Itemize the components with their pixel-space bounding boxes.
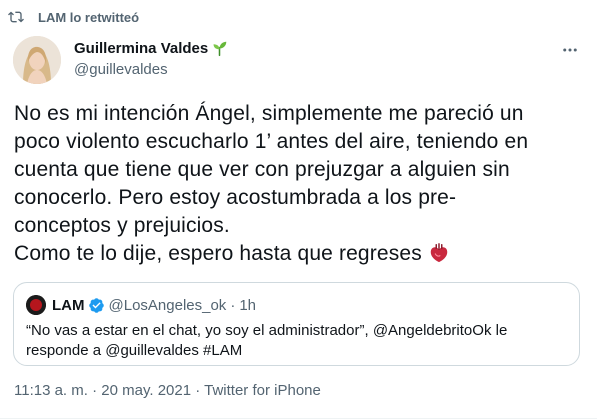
quoted-tweet-text: “No vas a estar en el chat, yo soy el ad…	[26, 321, 566, 361]
retweet-context[interactable]: LAM lo retwitteó	[38, 7, 139, 27]
tweet-card[interactable]: LAM lo retwitteó Guillermina Valdes @gui…	[0, 0, 597, 419]
quoted-separator: ·	[230, 296, 236, 314]
tweet-source-link[interactable]: Twitter for iPhone	[204, 382, 321, 399]
quoted-author-name: LAM	[52, 296, 85, 314]
author-name-text: Guillermina Valdes	[74, 40, 209, 57]
tweet-date: 20 may. 2021	[101, 382, 192, 399]
tweet-text-line: cuenta que tiene que ver con prejuzgar a…	[14, 158, 510, 181]
author-avatar[interactable]	[13, 36, 61, 84]
tweet-text: No es mi intención Ángel, simplemente me…	[14, 100, 574, 268]
quoted-avatar	[26, 295, 46, 315]
tweet-text-line: Como te lo dije, espero hasta que regres…	[14, 242, 422, 265]
tweet-text-line: poco violento escucharlo 1’ antes del ai…	[14, 130, 529, 153]
quoted-tweet[interactable]: LAM @LosAngeles_ok · 1h “No vas a estar …	[13, 282, 580, 366]
quoted-author-handle: @LosAngeles_ok	[108, 296, 227, 314]
meta-separator: ·	[87, 382, 102, 399]
anatomical-heart-icon	[430, 243, 448, 263]
retweet-label: LAM lo retwitteó	[38, 9, 140, 25]
more-options-icon[interactable]	[560, 40, 580, 60]
avatar-image	[13, 36, 61, 84]
tweet-time: 11:13 a. m.	[14, 382, 88, 399]
tweet-text-line: conocerlo. Pero estoy acostumbrada a los…	[14, 186, 457, 209]
quoted-tweet-header: LAM @LosAngeles_ok · 1h	[26, 295, 256, 315]
author-name[interactable]: Guillermina Valdes	[74, 40, 228, 57]
tweet-text-line-last: Como te lo dije, espero hasta que regres…	[14, 240, 574, 268]
quoted-text-line: “No vas a estar en el chat, yo soy el ad…	[26, 322, 508, 339]
tweet-text-line: conceptos y prejuicios.	[14, 214, 230, 237]
meta-separator: ·	[191, 382, 205, 399]
tweet-text-line: No es mi intención Ángel, simplemente me…	[14, 102, 524, 125]
quoted-timestamp: 1h	[239, 296, 256, 314]
retweet-icon	[8, 11, 24, 23]
verified-badge-icon	[88, 297, 104, 313]
tweet-time-link[interactable]: 11:13 a. m. · 20 may. 2021	[14, 382, 191, 399]
seedling-icon	[213, 41, 227, 57]
quoted-text-line: responde a @guillevaldes #LAM	[26, 342, 243, 359]
tweet-metadata: 11:13 a. m. · 20 may. 2021 · Twitter for…	[14, 382, 321, 399]
author-handle[interactable]: @guillevaldes	[74, 61, 168, 78]
